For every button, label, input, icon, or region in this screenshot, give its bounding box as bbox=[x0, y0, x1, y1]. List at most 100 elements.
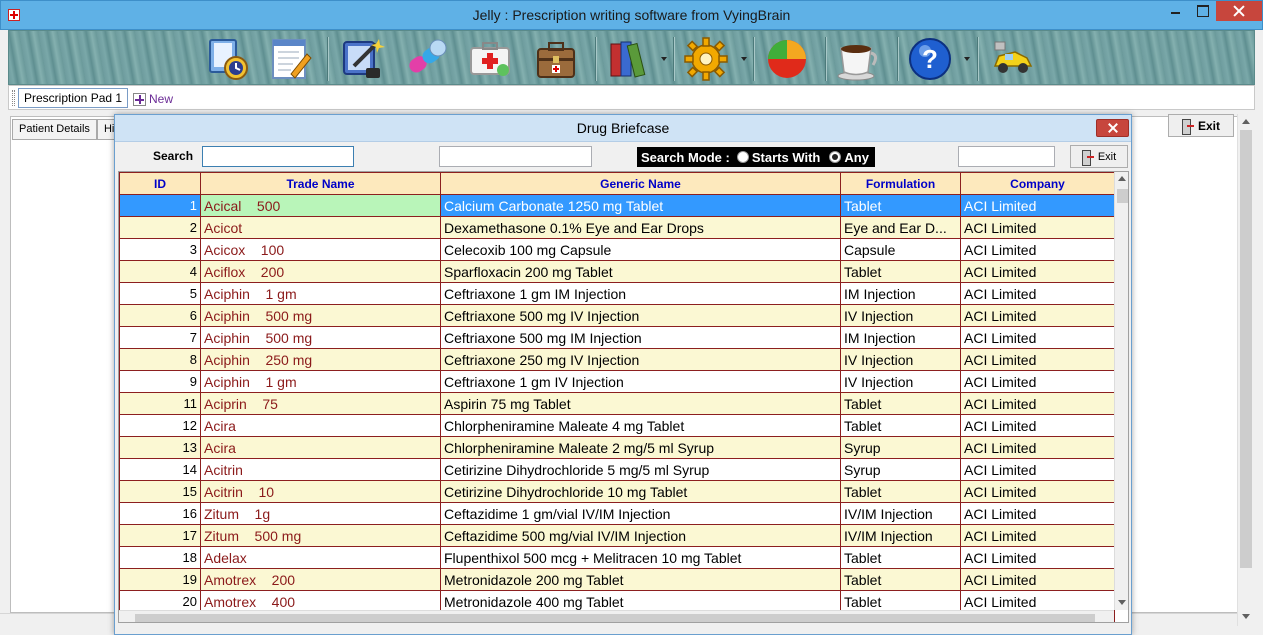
cell-company[interactable]: ACI Limited bbox=[960, 414, 1115, 437]
grid-scroll-down-arrow[interactable] bbox=[1118, 600, 1126, 605]
cell-company[interactable]: ACI Limited bbox=[960, 326, 1115, 349]
cell-company[interactable]: ACI Limited bbox=[960, 502, 1115, 525]
cell-company[interactable]: ACI Limited bbox=[960, 524, 1115, 547]
cell-trade-name[interactable]: Aciflox 200 bbox=[200, 260, 441, 283]
cell-formulation[interactable]: Syrup bbox=[840, 458, 961, 481]
cell-trade-name[interactable]: Acicot bbox=[200, 216, 441, 239]
cell-formulation[interactable]: IV/IM Injection bbox=[840, 524, 961, 547]
cell-formulation[interactable]: IM Injection bbox=[840, 282, 961, 305]
search-input[interactable] bbox=[202, 146, 354, 167]
cell-generic-name[interactable]: Cetirizine Dihydrochloride 10 mg Tablet bbox=[440, 480, 841, 503]
cell-company[interactable]: ACI Limited bbox=[960, 480, 1115, 503]
cell-generic-name[interactable]: Dexamethasone 0.1% Eye and Ear Drops bbox=[440, 216, 841, 239]
dialog-close-button[interactable] bbox=[1096, 119, 1129, 137]
cell-formulation[interactable]: Capsule bbox=[840, 238, 961, 261]
cell-id[interactable]: 15 bbox=[119, 480, 201, 503]
cell-trade-name[interactable]: Acicox 100 bbox=[200, 238, 441, 261]
cell-company[interactable]: ACI Limited bbox=[960, 436, 1115, 459]
cell-company[interactable]: ACI Limited bbox=[960, 282, 1115, 305]
cell-generic-name[interactable]: Ceftriaxone 500 mg IM Injection bbox=[440, 326, 841, 349]
help-icon[interactable]: ? bbox=[907, 36, 953, 82]
cell-id[interactable]: 16 bbox=[119, 502, 201, 525]
cell-generic-name[interactable]: Aspirin 75 mg Tablet bbox=[440, 392, 841, 415]
cell-generic-name[interactable]: Ceftriaxone 250 mg IV Injection bbox=[440, 348, 841, 371]
cell-trade-name[interactable]: Aciprin 75 bbox=[200, 392, 441, 415]
cell-id[interactable]: 13 bbox=[119, 436, 201, 459]
cell-company[interactable]: ACI Limited bbox=[960, 260, 1115, 283]
cell-formulation[interactable]: IV Injection bbox=[840, 304, 961, 327]
first-aid-icon[interactable] bbox=[467, 36, 513, 82]
cell-company[interactable]: ACI Limited bbox=[960, 348, 1115, 371]
minimize-button[interactable] bbox=[1162, 1, 1189, 21]
toolbar-grip[interactable] bbox=[12, 90, 15, 106]
grid-scroll-up-arrow[interactable] bbox=[1118, 176, 1126, 181]
table-row[interactable]: 18 Adelax Flupenthixol 500 mcg + Melitrace… bbox=[119, 546, 1115, 569]
mode-any-radio[interactable]: Any bbox=[826, 150, 875, 165]
cell-trade-name[interactable]: Aciphin 500 mg bbox=[200, 304, 441, 327]
cell-id[interactable]: 6 bbox=[119, 304, 201, 327]
cell-id[interactable]: 9 bbox=[119, 370, 201, 393]
cell-company[interactable]: ACI Limited bbox=[960, 304, 1115, 327]
cell-formulation[interactable]: Syrup bbox=[840, 436, 961, 459]
wizard-icon[interactable] bbox=[340, 36, 386, 82]
toy-car-icon[interactable] bbox=[989, 36, 1035, 82]
books-dropdown-arrow[interactable] bbox=[661, 57, 667, 61]
cell-generic-name[interactable]: Calcium Carbonate 1250 mg Tablet bbox=[440, 194, 841, 217]
cell-formulation[interactable]: Tablet bbox=[840, 414, 961, 437]
mode-starts-with-radio[interactable]: Starts With bbox=[734, 150, 827, 165]
cell-formulation[interactable]: Tablet bbox=[840, 480, 961, 503]
col-header-id[interactable]: ID bbox=[119, 172, 201, 195]
tab-patient-details[interactable]: Patient Details bbox=[12, 119, 97, 140]
cell-trade-name[interactable]: Aciphin 1 gm bbox=[200, 282, 441, 305]
notepad-icon[interactable] bbox=[267, 36, 313, 82]
table-row[interactable]: 9 Aciphin 1 gm Ceftriaxone 1 gm IV Injecti… bbox=[119, 370, 1115, 393]
cell-trade-name[interactable]: Acira bbox=[200, 436, 441, 459]
cell-id[interactable]: 18 bbox=[119, 546, 201, 569]
cell-id[interactable]: 1 bbox=[119, 194, 201, 217]
col-header-generic-name[interactable]: Generic Name bbox=[440, 172, 841, 195]
cell-company[interactable]: ACI Limited bbox=[960, 370, 1115, 393]
workspace-vertical-scrollbar[interactable] bbox=[1237, 114, 1254, 626]
grid-horizontal-scrollbar[interactable] bbox=[119, 610, 1114, 622]
cell-generic-name[interactable]: Celecoxib 100 mg Capsule bbox=[440, 238, 841, 261]
table-row[interactable]: 15 Acitrin 10 Cetirizine Dihydrochloride 1… bbox=[119, 480, 1115, 503]
cell-id[interactable]: 3 bbox=[119, 238, 201, 261]
new-tab-button[interactable]: New bbox=[133, 90, 173, 108]
grid-scroll-thumb[interactable] bbox=[1117, 189, 1128, 203]
table-row[interactable]: 16 Zitum 1g Ceftazidime 1 gm/vial IV/IM In… bbox=[119, 502, 1115, 525]
pie-chart-icon[interactable] bbox=[764, 36, 810, 82]
cell-company[interactable]: ACI Limited bbox=[960, 458, 1115, 481]
settings-gear-icon[interactable] bbox=[683, 36, 729, 82]
cell-trade-name[interactable]: Acitrin 10 bbox=[200, 480, 441, 503]
cell-trade-name[interactable]: Aciphin 1 gm bbox=[200, 370, 441, 393]
cell-generic-name[interactable]: Chlorpheniramine Maleate 2 mg/5 ml Syrup bbox=[440, 436, 841, 459]
cell-formulation[interactable]: IV Injection bbox=[840, 348, 961, 371]
scroll-down-arrow[interactable] bbox=[1242, 614, 1250, 619]
cell-formulation[interactable]: Tablet bbox=[840, 194, 961, 217]
cell-company[interactable]: ACI Limited bbox=[960, 568, 1115, 591]
cell-id[interactable]: 4 bbox=[119, 260, 201, 283]
cell-company[interactable]: ACI Limited bbox=[960, 216, 1115, 239]
cell-generic-name[interactable]: Ceftazidime 500 mg/vial IV/IM Injection bbox=[440, 524, 841, 547]
books-icon[interactable] bbox=[605, 36, 651, 82]
radio-any[interactable] bbox=[829, 151, 842, 163]
col-header-trade-name[interactable]: Trade Name bbox=[200, 172, 441, 195]
cell-generic-name[interactable]: Ceftazidime 1 gm/vial IV/IM Injection bbox=[440, 502, 841, 525]
workspace-exit-button[interactable]: Exit bbox=[1168, 114, 1234, 137]
table-row[interactable]: 13 Acira Chlorpheniramine Maleate 2 mg/5 m… bbox=[119, 436, 1115, 459]
col-header-company[interactable]: Company bbox=[960, 172, 1115, 195]
table-row[interactable]: 2 Acicot Dexamethasone 0.1% Eye and Ear Dr… bbox=[119, 216, 1115, 239]
cell-formulation[interactable]: Tablet bbox=[840, 568, 961, 591]
cell-id[interactable]: 19 bbox=[119, 568, 201, 591]
cell-formulation[interactable]: IV/IM Injection bbox=[840, 502, 961, 525]
cell-company[interactable]: ACI Limited bbox=[960, 238, 1115, 261]
pills-icon[interactable] bbox=[404, 36, 450, 82]
table-row[interactable]: 12 Acira Chlorpheniramine Maleate 4 mg Tab… bbox=[119, 414, 1115, 437]
coffee-cup-icon[interactable] bbox=[835, 36, 881, 82]
table-row[interactable]: 7 Aciphin 500 mg Ceftriaxone 500 mg IM Inj… bbox=[119, 326, 1115, 349]
cell-trade-name[interactable]: Acitrin bbox=[200, 458, 441, 481]
table-row[interactable]: 8 Aciphin 250 mg Ceftriaxone 250 mg IV Inj… bbox=[119, 348, 1115, 371]
cell-generic-name[interactable]: Cetirizine Dihydrochloride 5 mg/5 ml Syr… bbox=[440, 458, 841, 481]
cell-formulation[interactable]: Tablet bbox=[840, 392, 961, 415]
cell-trade-name[interactable]: Acira bbox=[200, 414, 441, 437]
